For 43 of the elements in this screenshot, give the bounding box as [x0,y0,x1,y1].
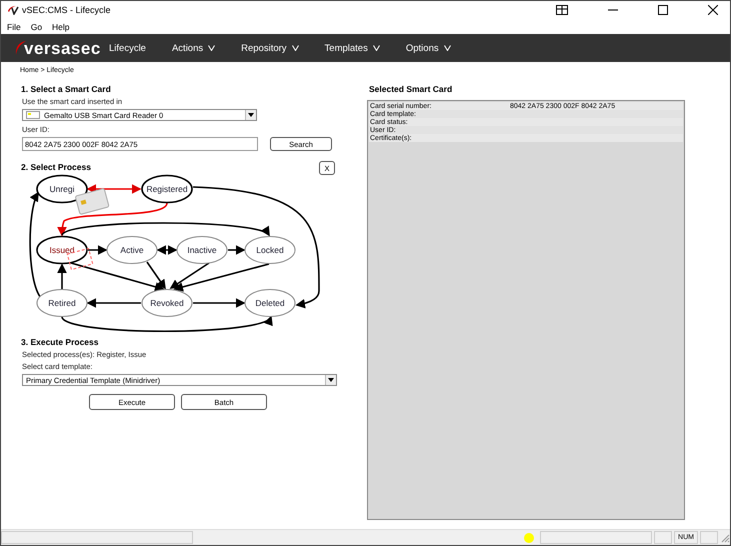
layout-icon[interactable] [556,5,568,15]
section-heading: Selected Smart Card [369,84,454,94]
status-dot-icon [524,532,534,542]
state-node[interactable]: Deleted [244,289,296,317]
caret-icon[interactable] [372,45,380,51]
transition-arrow [88,245,108,255]
card-reader-icon [26,111,40,119]
window-title: vSEC:CMS - Lifecycle [22,5,111,15]
state-node[interactable]: Locked [244,236,296,264]
caret-icon[interactable] [208,45,216,51]
maximize-icon[interactable] [658,5,668,15]
transition-arrow [86,184,142,194]
transition-arrow [57,263,67,289]
nav-menu-item[interactable]: Repository [241,42,299,54]
caret-icon[interactable] [444,45,451,51]
section-heading: 1. Select a Smart Card [21,84,112,94]
app-logo-icon [7,5,19,15]
resize-grip-icon [720,532,730,542]
state-node[interactable]: Issued [36,236,88,264]
nav-menu-item[interactable]: Lifecycle [109,42,146,54]
state-node[interactable]: Active [106,236,158,264]
state-node[interactable]: Revoked [142,289,192,317]
dropdown-arrow-icon[interactable] [328,378,334,382]
menu-item[interactable]: Go [30,22,42,32]
transition-arrow [86,298,141,308]
close-icon[interactable] [708,5,718,15]
dropdown-arrow-icon[interactable] [248,113,254,117]
caret-icon[interactable] [292,45,299,51]
state-node[interactable]: Registered [141,174,193,204]
section-heading: 3. Execute Process [21,337,100,347]
menu-item[interactable]: File [7,22,21,32]
status-pane [700,531,718,544]
smart-card-icon [74,188,110,216]
state-node[interactable]: Retired [36,289,88,317]
nav-menu-item[interactable]: Templates [324,42,380,54]
state-node[interactable]: Inactive [176,236,228,264]
menu-item[interactable]: Help [52,22,70,32]
nav-menu-item[interactable]: Actions [172,42,216,54]
nav-menu-item[interactable]: Options [406,42,451,54]
transition-arrow [156,245,178,255]
logo-text: versasec [24,40,101,56]
status-pane [654,531,672,544]
section-heading: 2. Select Process [21,162,91,172]
